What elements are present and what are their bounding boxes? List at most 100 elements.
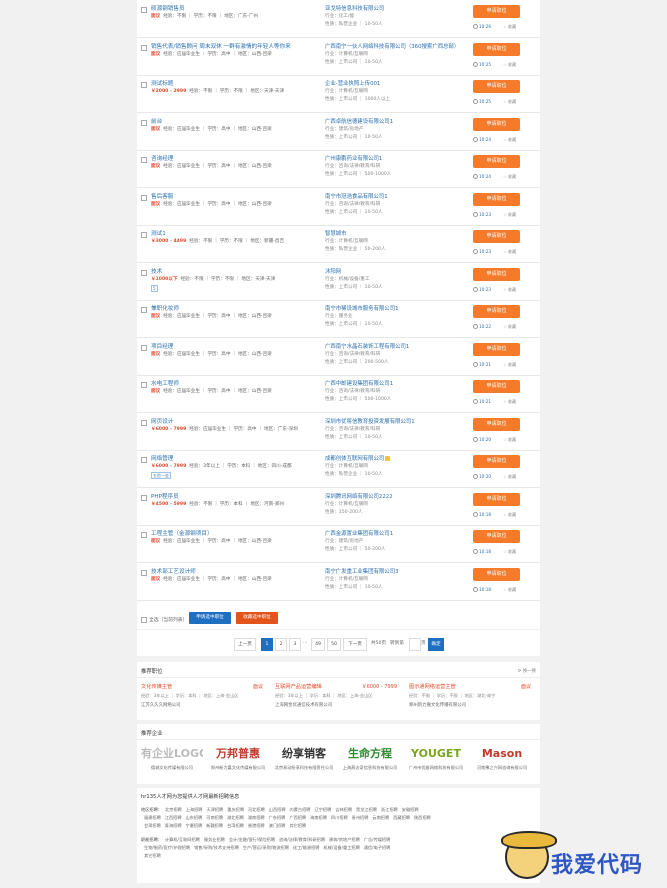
region-link[interactable]: 重庆招聘 (227, 807, 244, 812)
region-link[interactable]: 台湾招聘 (227, 823, 244, 828)
company-logo-card[interactable]: 万邦普惠 郑州新力嘉文化传媒有限公司 (207, 743, 269, 771)
job-title-link[interactable]: 硕源钢销售员 (151, 4, 185, 12)
region-link[interactable]: 湖北招聘 (227, 815, 244, 820)
job-title-link[interactable]: PHP程序员 (151, 492, 179, 500)
job-checkbox[interactable] (141, 532, 147, 538)
favorite-link[interactable]: ☆收藏 (503, 212, 516, 218)
region-link[interactable]: 辽宁招聘 (315, 807, 332, 812)
job-checkbox[interactable] (141, 7, 147, 13)
region-link[interactable]: 会计/金融/银行/保险招聘 (229, 837, 275, 842)
job-checkbox[interactable] (141, 269, 147, 276)
region-link[interactable]: 计算机/互联网招聘 (165, 837, 200, 842)
apply-button[interactable]: 申请职位 (473, 155, 520, 168)
rec-job-title[interactable]: 图示通网络运营主管 (409, 683, 456, 690)
job-title-link[interactable]: 前台 (151, 117, 162, 125)
apply-button[interactable]: 申请职位 (473, 455, 520, 468)
region-link[interactable]: 新疆招聘 (206, 823, 223, 828)
job-checkbox[interactable] (141, 344, 147, 351)
region-link[interactable]: 云南招聘 (372, 815, 389, 820)
job-checkbox[interactable] (141, 44, 147, 51)
apply-button[interactable]: 申请职位 (473, 42, 520, 56)
rec-job-company[interactable]: 郑州新力嘉文化传播有限公司 (409, 702, 466, 708)
favorite-link[interactable]: ☆收藏 (503, 249, 516, 255)
job-title-link[interactable]: 咨询经理 (151, 154, 173, 162)
region-link[interactable]: 广告/传媒招聘 (364, 837, 391, 842)
page-2[interactable]: 2 (275, 638, 287, 651)
rec-job-company[interactable]: 上海网金优通信技术有限公司 (275, 702, 332, 708)
job-title-link[interactable]: 技术 (151, 267, 162, 275)
job-checkbox[interactable] (141, 119, 147, 126)
region-link[interactable]: 通信/电子招聘 (364, 845, 391, 850)
job-title-link[interactable]: 测试1 (151, 229, 166, 237)
refresh-link[interactable]: ⟳ 换一换 (518, 668, 536, 674)
rec-job-title[interactable]: 文化传媒主管 (141, 683, 172, 690)
region-link[interactable]: 广东招聘 (269, 815, 286, 820)
region-link[interactable]: 宁夏招聘 (186, 823, 203, 828)
region-link[interactable]: 化工/能源招聘 (293, 845, 320, 850)
company-link[interactable]: 广西金源置业集团有限公司1 (325, 529, 393, 537)
apply-button[interactable]: 申请职位 (473, 492, 520, 506)
apply-button[interactable]: 申请职位 (473, 417, 520, 431)
apply-button[interactable]: 申请职位 (473, 267, 520, 281)
job-checkbox[interactable] (141, 382, 147, 388)
company-logo-card[interactable]: 纷享销客 北京易动纷享科技有限责任公司 (273, 743, 335, 771)
apply-button[interactable]: 申请职位 (473, 117, 520, 131)
job-checkbox[interactable] (141, 157, 147, 163)
job-checkbox[interactable] (141, 457, 147, 463)
region-link[interactable]: 海南招聘 (310, 815, 327, 820)
favorite-link[interactable]: ☆收藏 (503, 362, 516, 368)
job-checkbox[interactable] (141, 232, 147, 238)
region-link[interactable]: 福建招聘 (144, 815, 161, 820)
goto-confirm-button[interactable]: 确定 (428, 638, 444, 651)
company-link[interactable]: 智慧城市 (325, 229, 347, 237)
company-link[interactable]: 广西南宁一伙人网络科技有限公司（360搜索广西总部） (325, 42, 459, 50)
job-title-link[interactable]: 销售代表/销售顾问 周末双休 一群有激情的年轻人等你来 (151, 42, 291, 50)
region-link[interactable]: 销售/采购/技术支持招聘 (194, 845, 239, 850)
page-50[interactable]: 50 (327, 638, 341, 651)
apply-button[interactable]: 申请职位 (473, 80, 520, 93)
page-49[interactable]: 49 (311, 638, 325, 651)
apply-button[interactable]: 申请职位 (473, 342, 520, 356)
region-link[interactable]: 浙江招聘 (381, 807, 398, 812)
region-link[interactable]: 生产/营运/采购/物流招聘 (243, 845, 289, 850)
region-link[interactable]: 四川招聘 (331, 815, 348, 820)
apply-button[interactable]: 申请职位 (473, 380, 520, 393)
company-link[interactable]: 广西中邮建设集团有限公司1 (325, 379, 393, 387)
region-link[interactable]: 贵州招聘 (352, 815, 369, 820)
job-checkbox[interactable] (141, 194, 147, 201)
region-link[interactable]: 甘肃招聘 (144, 823, 161, 828)
region-link[interactable]: 其它招聘 (289, 823, 306, 828)
company-link[interactable]: 广西南宁水晶石装饰工程有限公司1 (325, 342, 409, 350)
region-link[interactable]: 澳门招聘 (269, 823, 286, 828)
job-title-link[interactable]: 测试标题 (151, 79, 173, 87)
company-link[interactable]: 亚戈特信息科技有限公司 (325, 4, 384, 12)
region-link[interactable]: 内蒙古招聘 (290, 807, 311, 812)
favorite-selected-button[interactable]: 收藏选中职位 (236, 612, 278, 624)
region-link[interactable]: 其它招聘 (144, 853, 161, 858)
favorite-link[interactable]: ☆收藏 (503, 62, 516, 68)
favorite-link[interactable]: ☆收藏 (503, 587, 516, 593)
favorite-link[interactable]: ☆收藏 (503, 324, 516, 330)
region-link[interactable]: 河北招聘 (248, 807, 265, 812)
region-link[interactable]: 河南招聘 (206, 815, 223, 820)
region-link[interactable]: 天津招聘 (206, 807, 223, 812)
favorite-link[interactable]: ☆收藏 (503, 287, 516, 293)
region-link[interactable]: 咨询/法律/教育/科研招聘 (279, 837, 325, 842)
apply-button[interactable]: 申请职位 (473, 305, 520, 318)
region-link[interactable]: 山西招聘 (269, 807, 286, 812)
select-all-checkbox[interactable] (141, 617, 147, 623)
favorite-link[interactable]: ☆收藏 (503, 474, 516, 480)
job-checkbox[interactable] (141, 82, 147, 88)
region-link[interactable]: 生物/制药/医疗/护理招聘 (144, 845, 190, 850)
region-link[interactable]: 西藏招聘 (393, 815, 410, 820)
apply-button[interactable]: 申请职位 (473, 567, 520, 581)
favorite-link[interactable]: ☆收藏 (503, 174, 516, 180)
company-link[interactable]: 南宁广发重工业集团有限公司3 (325, 567, 399, 575)
company-logo-card[interactable]: Mason 河南豫之兴网咨询有限公司 (471, 743, 533, 771)
company-link[interactable]: 沐阳网 (325, 267, 341, 275)
company-link[interactable]: 广州康鹏药业有限公司1 (325, 154, 382, 162)
region-link[interactable]: 青海招聘 (165, 823, 182, 828)
apply-button[interactable]: 申请职位 (473, 230, 520, 243)
rec-job-title[interactable]: 互联网产品运营编辑 (275, 683, 322, 690)
apply-selected-button[interactable]: 申请选中职位 (189, 612, 231, 624)
